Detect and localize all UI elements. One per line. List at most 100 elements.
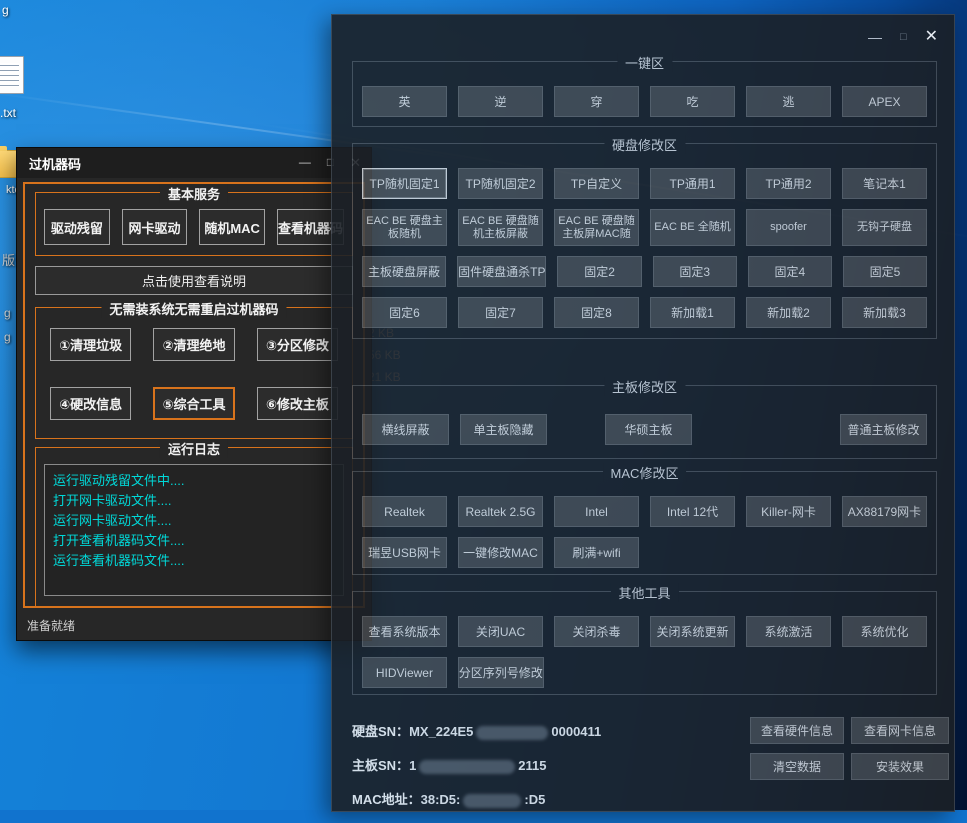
rw-button[interactable]: 刷满+wifi [554, 537, 639, 568]
lw-button[interactable]: ⑥修改主板 [257, 387, 338, 420]
rw-button[interactable]: 固定6 [362, 297, 447, 328]
board-sn-label: 主板SN： [352, 758, 409, 773]
rw-button[interactable]: 英 [362, 86, 447, 117]
log-line: 运行驱动残留文件中.... [53, 471, 335, 491]
rw-button[interactable]: TP随机固定1 [362, 168, 447, 199]
text-file-icon[interactable] [0, 56, 24, 94]
lw-button[interactable]: 随机MAC [199, 209, 265, 245]
usage-help-button[interactable]: 点击使用查看说明 [35, 266, 353, 295]
rw-button[interactable]: 固定5 [843, 256, 927, 287]
section-rows: Realtek Realtek 2.5G Intel Intel 12代 Killer-… [353, 472, 936, 576]
lw-button[interactable]: ⑤综合工具 [153, 387, 234, 420]
rw-button[interactable]: EAC BE 硬盘随主板屏MAC随 [554, 209, 639, 246]
rw-button[interactable]: 吃 [650, 86, 735, 117]
rw-button[interactable]: 关闭系统更新 [650, 616, 735, 647]
section-rows: 查看系统版本关闭UAC 关闭杀毒关闭系统更新系统激活系统优化 HIDViewer 分区… [353, 592, 936, 696]
rw-button[interactable]: 固定4 [748, 256, 832, 287]
left-window-titlebar[interactable]: 过机器码 — □ ✕ [17, 148, 371, 178]
rw-button[interactable]: 华硕主板 [605, 414, 692, 445]
view-hardware-info-button[interactable]: 查看硬件信息 [750, 717, 844, 744]
rw-button[interactable]: 无钩子硬盘 [842, 209, 927, 246]
rw-button[interactable]: APEX [842, 86, 927, 117]
left-window-title: 过机器码 [17, 154, 299, 173]
rw-button[interactable]: EAC BE 硬盘随机主板屏蔽 [458, 209, 543, 246]
rw-button[interactable]: HIDViewer [362, 657, 447, 688]
button-row: EAC BE 硬盘主板随机 EAC BE 硬盘随机主板屏蔽 EAC BE 硬盘随主板… [362, 209, 927, 246]
minimize-icon[interactable]: — [868, 30, 882, 44]
rw-button[interactable]: EAC BE 全随机 [650, 209, 735, 246]
rw-button[interactable]: TP自定义 [554, 168, 639, 199]
close-icon[interactable]: ✕ [925, 30, 938, 44]
lw-button[interactable]: ①清理垃圾 [50, 328, 131, 361]
rw-button[interactable]: 单主板隐藏 [460, 414, 547, 445]
view-nic-info-button[interactable]: 查看网卡信息 [851, 717, 949, 744]
group-title: 运行日志 [160, 439, 228, 458]
rw-button[interactable]: 固件硬盘通杀TP [457, 256, 546, 287]
rw-button[interactable]: AX88179网卡 [842, 496, 927, 527]
rw-button[interactable]: 系统优化 [842, 616, 927, 647]
rw-button[interactable]: spoofer [746, 209, 831, 246]
rw-button[interactable]: 固定8 [554, 297, 639, 328]
rw-button[interactable]: 分区序列号修改 [458, 657, 544, 688]
rw-button[interactable]: 查看系统版本 [362, 616, 447, 647]
rw-button[interactable]: Intel [554, 496, 639, 527]
rw-button[interactable]: 瑞昱USB网卡 [362, 537, 447, 568]
rw-button[interactable]: 关闭杀毒 [554, 616, 639, 647]
minimize-icon[interactable]: — [299, 155, 311, 171]
rw-button[interactable]: 普通主板修改 [840, 414, 927, 445]
section-title: MAC修改区 [603, 463, 687, 482]
disk-sn-suffix: 0000411 [551, 724, 601, 739]
rw-button[interactable]: TP随机固定2 [458, 168, 543, 199]
lw-button[interactable]: ④硬改信息 [50, 387, 131, 420]
lw-button[interactable]: 网卡驱动 [122, 209, 188, 245]
lw-button[interactable]: 驱动残留 [44, 209, 110, 245]
rw-button[interactable]: 固定7 [458, 297, 543, 328]
rw-button[interactable]: Realtek [362, 496, 447, 527]
button-row: 瑞昱USB网卡一键修改MAC 刷满+wifi [362, 537, 927, 568]
hardware-info-footer: 硬盘SN：MX_224E50000411 主板SN：12115 MAC地址：38… [332, 705, 954, 823]
no-reboot-buttons-grid: ①清理垃圾 ②清理绝地 ③分区修改 ④硬改信息 ⑤综合工具 ⑥修改主板 [44, 324, 344, 428]
rw-button[interactable]: TP通用1 [650, 168, 735, 199]
rw-button[interactable]: 主板硬盘屏蔽 [362, 256, 446, 287]
disk-sn-prefix: MX_224E5 [409, 724, 473, 739]
run-log-box[interactable]: 运行驱动残留文件中....打开网卡驱动文件....运行网卡驱动文件....打开查… [44, 464, 344, 596]
rw-button[interactable]: 新加载2 [746, 297, 831, 328]
rw-button[interactable]: Realtek 2.5G [458, 496, 543, 527]
button-row: 主板硬盘屏蔽固件硬盘通杀TP 固定2 固定3 固定4 固定5 [362, 256, 927, 287]
board-sn-suffix: 2115 [518, 758, 546, 773]
rw-button[interactable]: TP通用2 [746, 168, 831, 199]
button-row: 横线屏蔽单主板隐藏 华硕主板 普通主板修改 [362, 414, 927, 445]
rw-button[interactable]: 固定2 [557, 256, 641, 287]
rw-button[interactable]: 逆 [458, 86, 543, 117]
install-effect-button[interactable]: 安装效果 [851, 753, 949, 780]
rw-button[interactable]: Killer-网卡 [746, 496, 831, 527]
clear-data-button[interactable]: 清空数据 [750, 753, 844, 780]
rw-button[interactable]: 笔记本1 [842, 168, 927, 199]
mac-label: MAC地址： [352, 792, 421, 807]
rw-button[interactable]: 固定3 [653, 256, 737, 287]
rw-button[interactable]: 关闭UAC [458, 616, 543, 647]
rw-button[interactable]: 横线屏蔽 [362, 414, 449, 445]
maximize-icon[interactable]: □ [900, 30, 907, 44]
group-run-log: 运行日志 运行驱动残留文件中....打开网卡驱动文件....运行网卡驱动文件..… [35, 447, 353, 607]
section-one-key: 一键区英逆穿吃逃APEX [352, 61, 937, 127]
section-title: 其他工具 [610, 583, 678, 602]
rw-button[interactable]: 穿 [554, 86, 639, 117]
lw-button[interactable]: ②清理绝地 [153, 328, 234, 361]
section-disk-modify: 硬盘修改区TP随机固定1TP随机固定2TP自定义TP通用1TP通用2笔记本1EA… [352, 143, 937, 339]
rw-button[interactable]: EAC BE 硬盘主板随机 [362, 209, 447, 246]
group-no-reboot: 无需装系统无需重启过机器码 ①清理垃圾②清理绝地③分区修改④硬改信息⑤综合工具⑥… [35, 307, 353, 439]
desktop-icon-label-fragment[interactable]: .txt [0, 106, 16, 120]
rw-button[interactable]: 系统激活 [746, 616, 831, 647]
log-line: 运行查看机器码文件.... [53, 551, 335, 571]
board-sn-prefix: 1 [409, 758, 416, 773]
rw-button[interactable]: 新加载3 [842, 297, 927, 328]
mac-suffix: :D5 [524, 792, 545, 807]
lw-button[interactable]: ③分区修改 [257, 328, 338, 361]
log-line: 运行网卡驱动文件.... [53, 511, 335, 531]
rw-button[interactable]: 一键修改MAC [458, 537, 543, 568]
rw-button[interactable]: 新加载1 [650, 297, 735, 328]
rw-button[interactable]: Intel 12代 [650, 496, 735, 527]
rw-button[interactable]: 逃 [746, 86, 831, 117]
group-basic-services: 基本服务 驱动残留网卡驱动随机MAC查看机器码 [35, 192, 353, 256]
